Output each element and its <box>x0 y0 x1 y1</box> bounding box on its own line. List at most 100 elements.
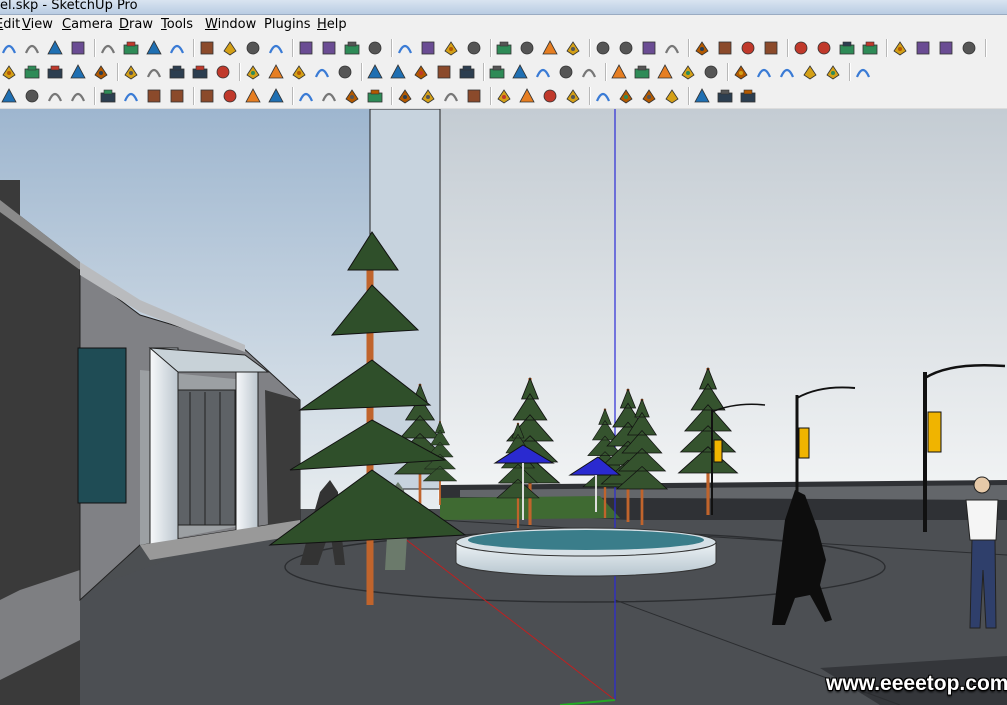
paste-tool-button[interactable] <box>244 63 262 81</box>
menu-view[interactable]: View <box>22 17 53 32</box>
hidden-line-tool-button[interactable] <box>511 63 529 81</box>
shaded-tool-button[interactable] <box>534 63 552 81</box>
zoom-tool-button[interactable] <box>366 39 384 57</box>
torus-tool-button[interactable] <box>914 39 932 57</box>
eraser-tool-button[interactable] <box>99 39 117 57</box>
sandbox-from-contours-tool-button[interactable] <box>755 63 773 81</box>
warning-tool-button[interactable] <box>69 87 87 105</box>
xray-tool-button[interactable] <box>458 63 476 81</box>
texture-tool-button[interactable] <box>343 87 361 105</box>
cut-edge-tool-button[interactable] <box>617 87 635 105</box>
circle-tool-button[interactable] <box>46 39 64 57</box>
wireframe-tool-button[interactable] <box>488 63 506 81</box>
offset-tool-button[interactable] <box>297 39 315 57</box>
paint-tool-button[interactable] <box>396 87 414 105</box>
paint-bucket-tool-button[interactable] <box>122 39 140 57</box>
move-tool-button[interactable] <box>198 39 216 57</box>
cone-tool-button[interactable] <box>815 39 833 57</box>
delete-tool-button[interactable] <box>617 39 635 57</box>
menu-plugins[interactable]: Plugins <box>264 17 311 32</box>
arc-tool-button[interactable] <box>69 39 87 57</box>
redo-tool-button[interactable] <box>168 63 186 81</box>
push-pull-tool-button[interactable] <box>168 39 186 57</box>
arc-2pt-tool-button[interactable] <box>716 39 734 57</box>
monochrome-tool-button[interactable] <box>580 63 598 81</box>
line-tool-button[interactable] <box>0 39 18 57</box>
left-tool-button[interactable] <box>412 63 430 81</box>
axes-tool-button[interactable] <box>564 39 582 57</box>
back-tool-button[interactable] <box>389 63 407 81</box>
solid-subtract-tool-button[interactable] <box>702 63 720 81</box>
quad-face-tool-button[interactable] <box>320 87 338 105</box>
shell-tool-button[interactable] <box>518 87 536 105</box>
solid-intersect-tool-button[interactable] <box>732 63 750 81</box>
curve-loft-tool-button[interactable] <box>419 87 437 105</box>
skin-tool-button[interactable] <box>442 87 460 105</box>
freehand-tool-button[interactable] <box>0 87 18 105</box>
box-tool-button[interactable] <box>891 39 909 57</box>
menu-tools[interactable]: Tools <box>161 17 193 32</box>
polygon-tool-button[interactable] <box>663 39 681 57</box>
menu-edit[interactable]: Edit <box>0 17 20 32</box>
joint-push-pull-tool-button[interactable] <box>541 87 559 105</box>
fillet-tool-button[interactable] <box>716 87 734 105</box>
patch-tool-button[interactable] <box>465 87 483 105</box>
plane-tool-button[interactable] <box>792 39 810 57</box>
print-tool-button[interactable] <box>92 63 110 81</box>
erase-selection-tool-button[interactable] <box>267 63 285 81</box>
vector-push-pull-tool-button[interactable] <box>564 87 582 105</box>
extrude-tool-button[interactable] <box>495 87 513 105</box>
top-tool-button[interactable] <box>313 63 331 81</box>
next-view-tool-button[interactable] <box>442 39 460 57</box>
sandbox-from-scratch-tool-button[interactable] <box>778 63 796 81</box>
front-tool-button[interactable] <box>336 63 354 81</box>
helix-tool-button[interactable] <box>762 39 780 57</box>
tape-measure-tool-button[interactable] <box>465 39 483 57</box>
uv-tool-button[interactable] <box>366 87 384 105</box>
zoom-extents-tool-button[interactable] <box>396 39 414 57</box>
explode-tool-button[interactable] <box>99 87 117 105</box>
bezier-tool-button[interactable] <box>23 87 41 105</box>
grid-tool-button[interactable] <box>640 39 658 57</box>
rotate-tool-button[interactable] <box>221 39 239 57</box>
pyramid-tool-button[interactable] <box>838 39 856 57</box>
copy-tool-button[interactable] <box>214 63 232 81</box>
triangulate-tool-button[interactable] <box>122 87 140 105</box>
menu-draw[interactable]: Draw <box>119 17 153 32</box>
iso-tool-button[interactable] <box>290 63 308 81</box>
round-corner-tool-button[interactable] <box>663 87 681 105</box>
dimension-tool-button[interactable] <box>495 39 513 57</box>
right-tool-button[interactable] <box>366 63 384 81</box>
component-tool-button[interactable] <box>267 87 285 105</box>
mirror-tool-button[interactable] <box>145 87 163 105</box>
undo-tool-button[interactable] <box>145 63 163 81</box>
drape-tool-button[interactable] <box>854 63 872 81</box>
cut-tool-button[interactable] <box>191 63 209 81</box>
arc-3pt-tool-button[interactable] <box>739 39 757 57</box>
normal-push-pull-tool-button[interactable] <box>594 87 612 105</box>
solid-union-tool-button[interactable] <box>679 63 697 81</box>
chamfer-tool-button[interactable] <box>640 87 658 105</box>
menu-camera[interactable]: Camera <box>62 17 113 32</box>
3d-text-tool-button[interactable] <box>594 39 612 57</box>
text-tool-button[interactable] <box>541 39 559 57</box>
warehouse-tool-button[interactable] <box>46 63 64 81</box>
flag-tool-button[interactable] <box>221 87 239 105</box>
previous-view-tool-button[interactable] <box>419 39 437 57</box>
section-cut-tool-button[interactable] <box>656 63 674 81</box>
follow-me-tool-button[interactable] <box>244 39 262 57</box>
spin-tool-button[interactable] <box>244 87 262 105</box>
smoove-tool-button[interactable] <box>801 63 819 81</box>
weld-tool-button[interactable] <box>297 87 315 105</box>
sphere-tool-button[interactable] <box>861 39 879 57</box>
orbit-tool-button[interactable] <box>320 39 338 57</box>
textured-tool-button[interactable] <box>557 63 575 81</box>
menu-help[interactable]: Help <box>317 17 347 32</box>
array-tool-button[interactable] <box>168 87 186 105</box>
protractor-tool-button[interactable] <box>518 39 536 57</box>
scale-tool-button[interactable] <box>267 39 285 57</box>
dome-tool-button[interactable] <box>960 39 978 57</box>
section-display-tool-button[interactable] <box>633 63 651 81</box>
model-info-tool-button[interactable] <box>122 63 140 81</box>
menu-window[interactable]: Window <box>205 17 256 32</box>
